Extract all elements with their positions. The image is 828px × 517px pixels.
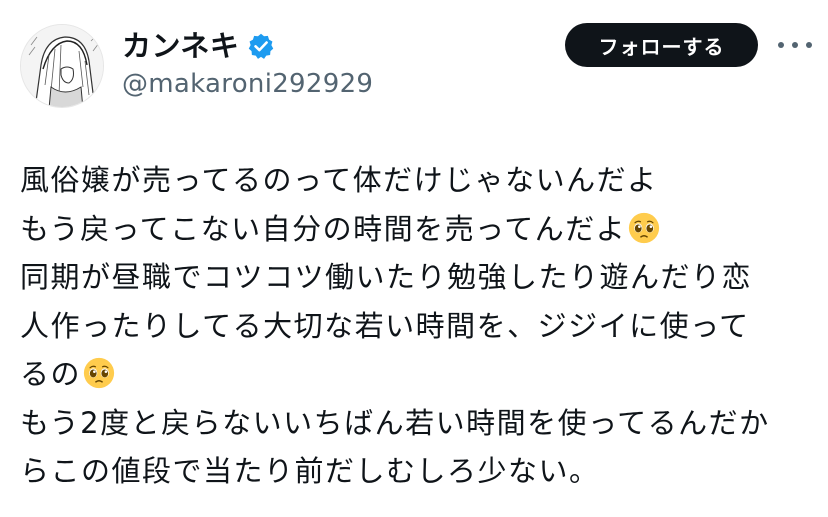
tweet-line-text: るの xyxy=(20,357,82,391)
more-dots-icon[interactable] xyxy=(778,34,812,56)
tweet-line: もう戻ってこない自分の時間を売ってんだよ xyxy=(20,205,810,254)
dot xyxy=(806,42,812,48)
tweet-line-text: 人作ったりしてる大切な若い時間を、ジジイに使って xyxy=(20,308,750,343)
tweet-line: るの xyxy=(20,350,810,399)
avatar-manga-illustration-icon xyxy=(21,25,103,107)
dot xyxy=(778,42,784,48)
name-row: カンネキ xyxy=(122,28,275,64)
tweet-line: 風俗嬢が売ってるのって体だけじゃないんだよ xyxy=(20,156,810,205)
follow-button[interactable]: フォローする xyxy=(565,23,758,67)
tweet-line: 人作ったりしてる大切な若い時間を、ジジイに使って xyxy=(20,302,810,351)
tweet-text: 風俗嬢が売ってるのって体だけじゃないんだよ もう戻ってこない自分の時間を売ってん… xyxy=(20,156,810,496)
display-name[interactable]: カンネキ xyxy=(122,28,239,64)
tweet-line-text: 風俗嬢が売ってるのって体だけじゃないんだよ xyxy=(20,163,658,197)
tweet-line: もう2度と戻らないいちばん若い時間を使ってるんだか xyxy=(20,399,810,448)
pleading-face-icon xyxy=(629,212,660,243)
tweet-line: 同期が昼職でコツコツ働いたり勉強したり遊んだり恋 xyxy=(20,253,810,302)
avatar[interactable] xyxy=(20,24,104,108)
pleading-face-icon xyxy=(83,357,115,389)
tweet-line-text: もう2度と戻らないいちばん若い時間を使ってるんだか xyxy=(20,405,770,440)
verified-badge-icon xyxy=(249,33,274,59)
tweet-line-text: もう戻ってこない自分の時間を売ってんだよ xyxy=(20,211,627,246)
tweet-line-text: らこの値段で当たり前だしむしろ少ない。 xyxy=(20,454,600,488)
dot xyxy=(792,42,798,48)
tweet-card: カンネキ @makaroni292929 フォローする 風俗嬢が売ってるのって体… xyxy=(0,0,828,517)
tweet-line: らこの値段で当たり前だしむしろ少ない。 xyxy=(20,447,810,496)
tweet-line-text: 同期が昼職でコツコツ働いたり勉強したり遊んだり恋 xyxy=(20,260,753,294)
user-handle[interactable]: @makaroni292929 xyxy=(122,68,373,100)
